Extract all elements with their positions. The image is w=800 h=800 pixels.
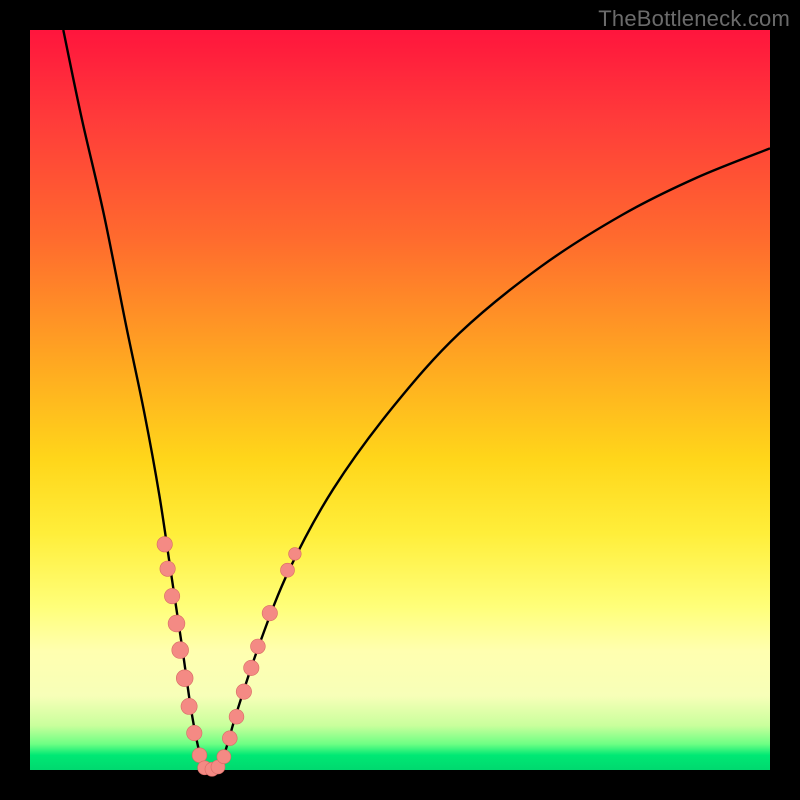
- data-marker: [281, 563, 295, 577]
- data-marker: [244, 660, 259, 675]
- data-marker: [168, 615, 185, 632]
- data-marker: [172, 642, 189, 659]
- data-markers: [157, 537, 301, 777]
- data-marker: [217, 750, 231, 764]
- chart-svg: [30, 30, 770, 770]
- data-marker: [157, 537, 172, 552]
- data-marker: [160, 561, 175, 576]
- data-marker: [229, 709, 244, 724]
- data-marker: [187, 725, 202, 740]
- data-marker: [262, 605, 277, 620]
- chart-frame: TheBottleneck.com: [0, 0, 800, 800]
- data-marker: [236, 684, 251, 699]
- watermark-label: TheBottleneck.com: [598, 6, 790, 32]
- data-marker: [222, 731, 237, 746]
- bottleneck-curve: [63, 30, 770, 772]
- data-marker: [192, 748, 207, 763]
- data-marker: [289, 548, 302, 561]
- chart-plot-area: [30, 30, 770, 770]
- data-marker: [176, 670, 193, 687]
- data-marker: [164, 588, 179, 603]
- data-marker: [181, 698, 197, 714]
- data-marker: [251, 639, 266, 654]
